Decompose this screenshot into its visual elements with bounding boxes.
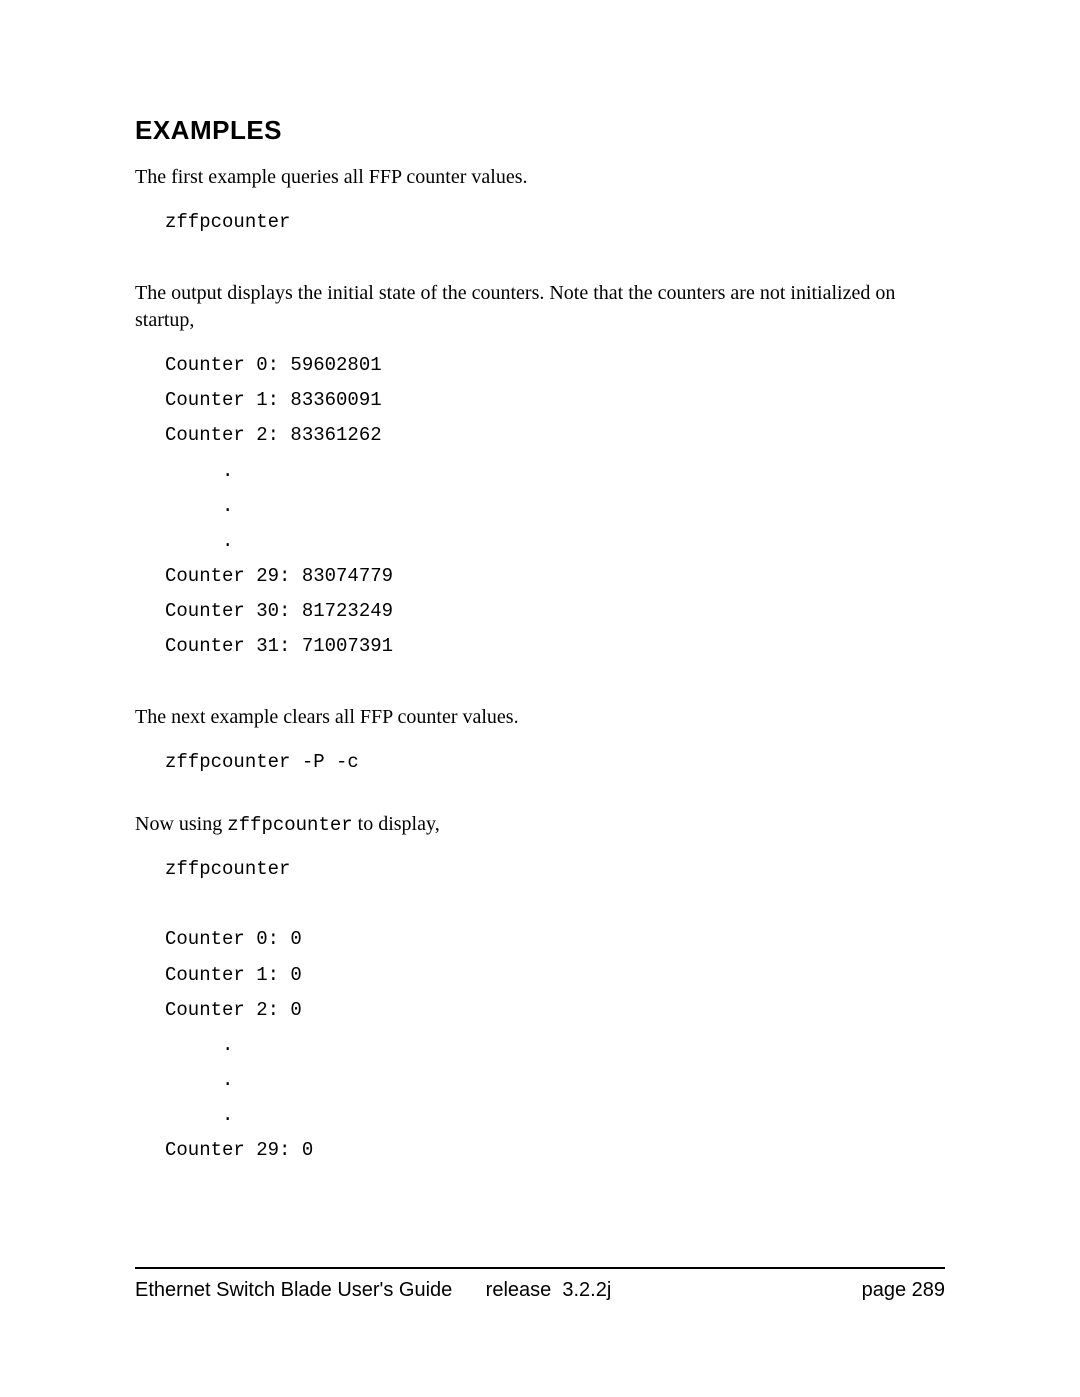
footer-title: Ethernet Switch Blade User's Guide: [135, 1279, 452, 1301]
page-footer: Ethernet Switch Blade User's Guide relea…: [135, 1267, 945, 1302]
spacer: [135, 240, 945, 280]
page: EXAMPLES The first example queries all F…: [0, 0, 1080, 1397]
spacer: [135, 781, 945, 811]
code-block-4: zffpcounter Counter 0: 0 Counter 1: 0 Co…: [165, 852, 945, 1168]
spacer: [135, 664, 945, 704]
footer-page: page 289: [862, 1279, 945, 1302]
footer-line: Ethernet Switch Blade User's Guide relea…: [135, 1279, 945, 1302]
paragraph-clear-example: The next example clears all FFP counter …: [135, 704, 945, 731]
paragraph-intro-1: The first example queries all FFP counte…: [135, 164, 945, 191]
footer-release: release 3.2.2j: [486, 1279, 612, 1301]
inline-code: zffpcounter: [227, 814, 352, 836]
code-block-2: Counter 0: 59602801 Counter 1: 83360091 …: [165, 348, 945, 664]
section-heading: EXAMPLES: [135, 115, 945, 146]
text-run: Now using: [135, 813, 227, 835]
code-block-3: zffpcounter -P -c: [165, 745, 945, 780]
footer-rule: [135, 1267, 945, 1269]
code-block-1: zffpcounter: [165, 205, 945, 240]
footer-left: Ethernet Switch Blade User's Guide relea…: [135, 1279, 611, 1302]
paragraph-output-note: The output displays the initial state of…: [135, 280, 945, 334]
text-run: to display,: [353, 813, 440, 835]
paragraph-now-using: Now using zffpcounter to display,: [135, 811, 945, 839]
